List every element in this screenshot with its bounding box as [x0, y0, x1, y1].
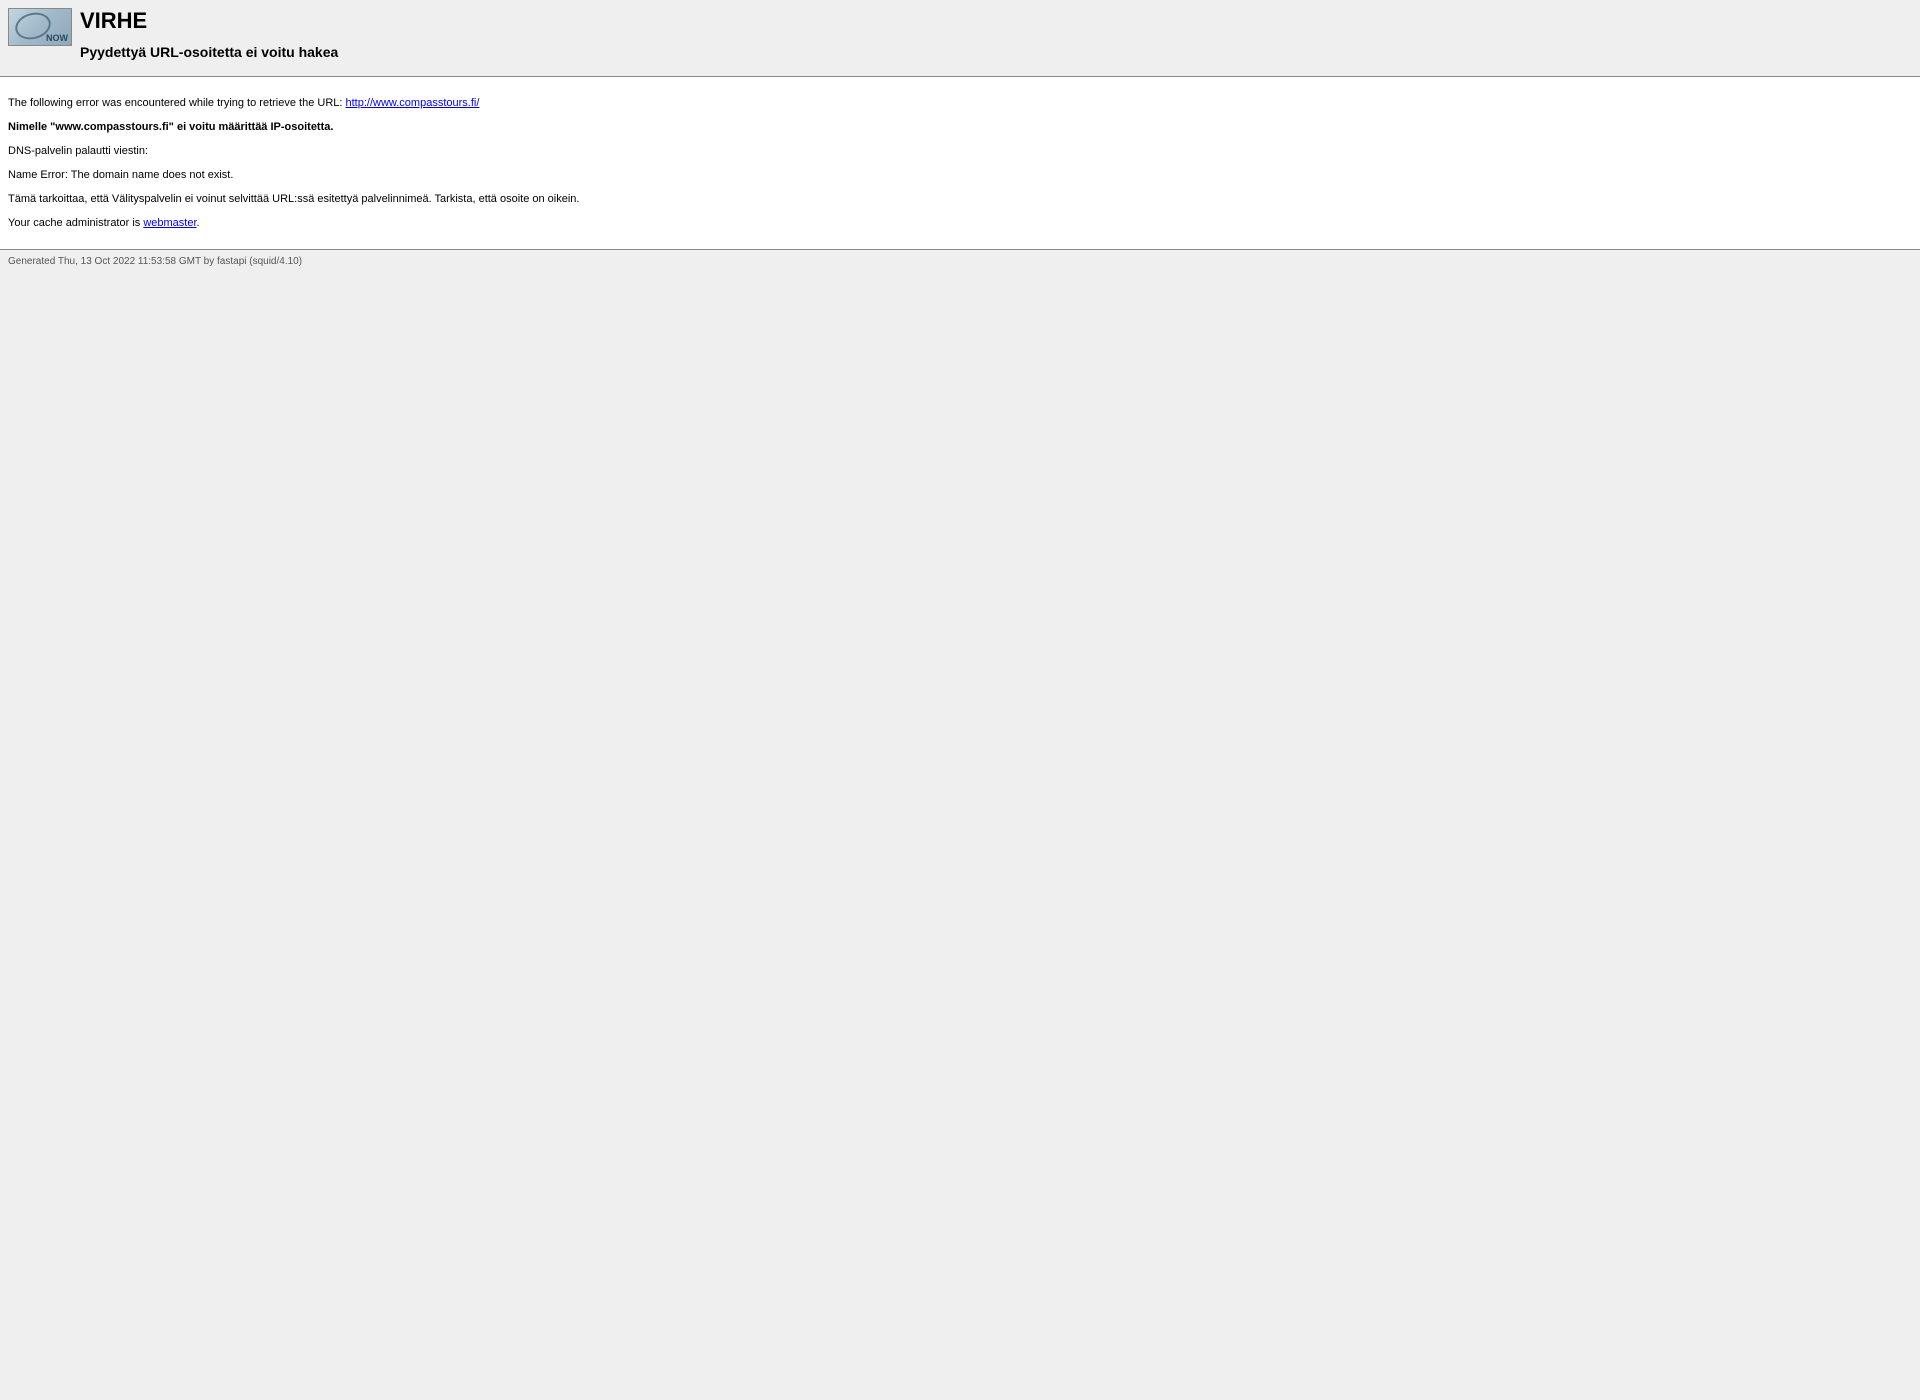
error-header: NOW VIRHE Pyydettyä URL-osoitetta ei voi…: [0, 0, 1920, 68]
admin-suffix: .: [197, 217, 200, 229]
dns-message: Name Error: The domain name does not exi…: [8, 169, 1912, 181]
intro-line: The following error was encountered whil…: [8, 97, 1912, 109]
error-detail: Nimelle "www.compasstours.fi" ei voitu m…: [8, 121, 1912, 133]
admin-line: Your cache administrator is webmaster.: [8, 217, 1912, 229]
generated-text: Generated Thu, 13 Oct 2022 11:53:58 GMT …: [8, 256, 302, 267]
squid-logo: NOW: [8, 8, 72, 46]
dns-label: DNS-palvelin palautti viestin:: [8, 145, 1912, 157]
admin-prefix: Your cache administrator is: [8, 217, 143, 229]
webmaster-link[interactable]: webmaster: [143, 217, 196, 229]
intro-text: The following error was encountered whil…: [8, 97, 346, 109]
title-block: VIRHE Pyydettyä URL-osoitetta ei voitu h…: [80, 8, 338, 60]
error-content: The following error was encountered whil…: [0, 77, 1920, 249]
error-subtitle: Pyydettyä URL-osoitetta ei voitu hakea: [80, 44, 338, 60]
error-title: VIRHE: [80, 8, 338, 34]
failed-url-link[interactable]: http://www.compasstours.fi/: [346, 97, 480, 109]
explanation: Tämä tarkoittaa, että Välityspalvelin ei…: [8, 193, 1912, 205]
footer: Generated Thu, 13 Oct 2022 11:53:58 GMT …: [0, 250, 1920, 273]
logo-overlay-text: NOW: [46, 33, 68, 43]
